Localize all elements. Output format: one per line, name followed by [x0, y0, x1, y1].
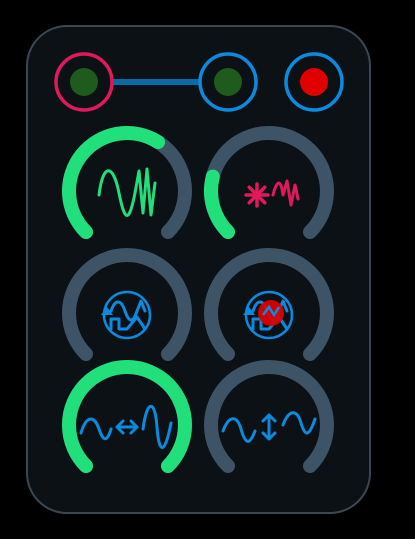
green-led-icon: [70, 68, 98, 96]
controller-canvas: [26, 25, 371, 514]
red-led-icon: [300, 68, 328, 96]
indicator-right[interactable]: [284, 52, 344, 112]
indicator-middle[interactable]: [198, 52, 258, 112]
green-led-icon: [214, 68, 242, 96]
indicator-left[interactable]: [54, 52, 114, 112]
record-dot-icon: [258, 300, 284, 326]
